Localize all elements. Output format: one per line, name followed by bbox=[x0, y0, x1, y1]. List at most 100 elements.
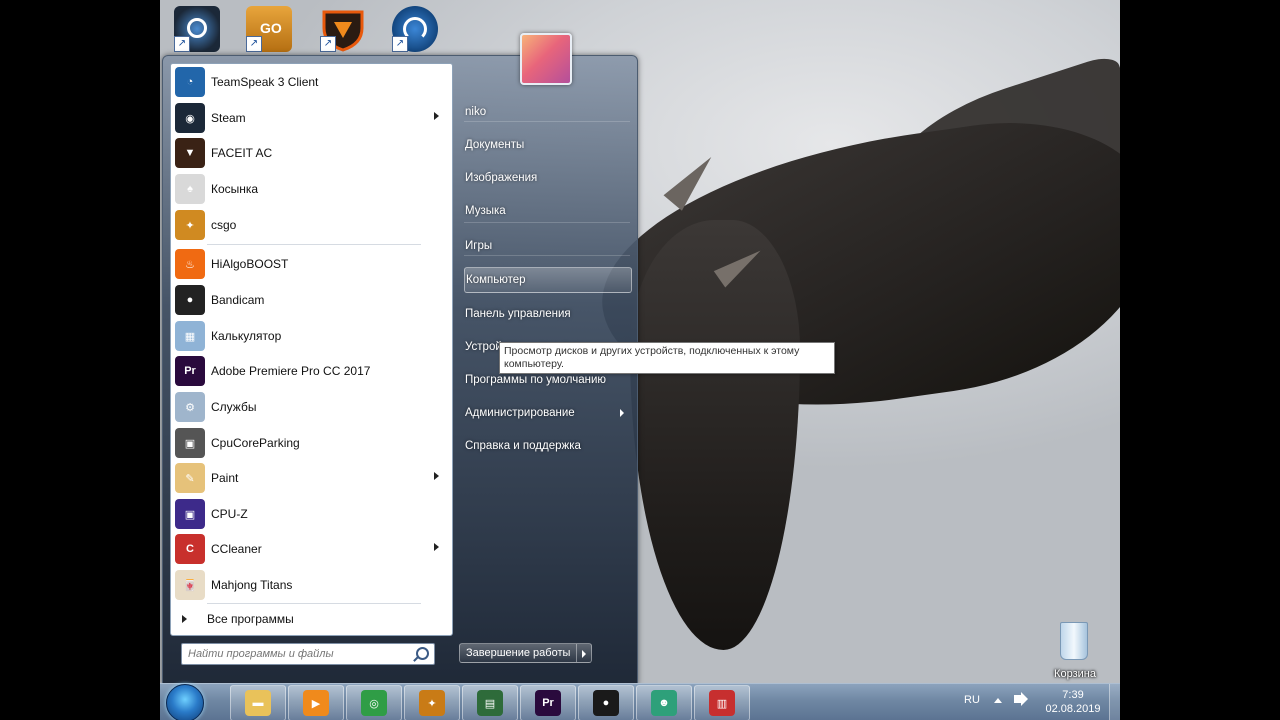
cpu-chip-icon: ▣ bbox=[175, 428, 205, 458]
separator bbox=[207, 244, 421, 245]
taskbar-discord[interactable]: ☻ bbox=[636, 685, 692, 720]
program-item[interactable]: ♨ HiAlgoBOOST bbox=[173, 247, 449, 281]
steam-shortcut[interactable]: ↗ bbox=[174, 6, 220, 52]
program-item[interactable]: 🀄 Mahjong Titans bbox=[173, 568, 449, 602]
start-link[interactable]: Компьютер bbox=[464, 267, 632, 293]
csgo-icon: GO bbox=[260, 20, 282, 36]
taskbar-bandicam[interactable]: ● bbox=[578, 685, 634, 720]
teamspeak-shortcut[interactable]: ↗ bbox=[392, 6, 438, 52]
start-link[interactable]: Панель управления bbox=[464, 302, 630, 326]
all-programs-button[interactable]: Все программы bbox=[173, 605, 449, 633]
steam-icon bbox=[187, 18, 207, 38]
start-link[interactable]: Администрирование bbox=[464, 401, 630, 425]
flame-icon: ♨ bbox=[175, 249, 205, 279]
program-item[interactable]: ⚙ Службы bbox=[173, 390, 449, 424]
taskbar-premiere[interactable]: Pr bbox=[520, 685, 576, 720]
start-link[interactable]: Музыка bbox=[464, 199, 630, 223]
start-menu: ◔ TeamSpeak 3 Client ◉ Steam ▼ FACEIT AC ♠ Косы… bbox=[162, 33, 835, 685]
recycle-bin[interactable] bbox=[1052, 620, 1096, 664]
program-item[interactable]: C CCleaner bbox=[173, 532, 449, 566]
program-item[interactable]: ▣ CPU-Z bbox=[173, 497, 449, 531]
steam-icon: ◉ bbox=[175, 103, 205, 133]
program-label: Bandicam bbox=[211, 293, 265, 307]
taskbar-toolbox[interactable]: ▥ bbox=[694, 685, 750, 720]
start-search-box[interactable] bbox=[181, 643, 435, 665]
program-item[interactable]: ▣ CpuCoreParking bbox=[173, 426, 449, 460]
bandicam-record-icon: ● bbox=[593, 690, 619, 716]
expand-arrow-icon bbox=[182, 615, 187, 623]
program-label: Steam bbox=[211, 111, 246, 125]
start-link[interactable]: Справка и поддержка bbox=[464, 434, 630, 458]
start-link-label: Документы bbox=[465, 139, 525, 151]
taskbar-chrome[interactable]: ◎ bbox=[346, 685, 402, 720]
program-label: Mahjong Titans bbox=[211, 578, 293, 592]
taskbar-csgo[interactable]: ✦ bbox=[404, 685, 460, 720]
paint-palette-icon: ✎ bbox=[175, 463, 205, 493]
faceit-shortcut[interactable]: ↗ bbox=[320, 6, 366, 52]
program-label: Службы bbox=[211, 400, 257, 414]
gears-icon: ⚙ bbox=[175, 392, 205, 422]
shortcut-arrow-icon: ↗ bbox=[174, 36, 190, 52]
volume-icon[interactable] bbox=[1014, 695, 1021, 703]
start-link[interactable]: Документы bbox=[464, 133, 630, 157]
csgo-shortcut[interactable]: GO ↗ bbox=[246, 6, 292, 52]
start-link[interactable]: Изображения bbox=[464, 166, 630, 190]
taskbar-cpu-monitor[interactable]: ▤ bbox=[462, 685, 518, 720]
program-item[interactable]: ▦ Калькулятор bbox=[173, 319, 449, 353]
start-link-label: Справка и поддержка bbox=[465, 440, 581, 452]
start-link-label: Изображения bbox=[465, 172, 538, 184]
chrome-icon: ◎ bbox=[361, 690, 387, 716]
start-link-label: Игры bbox=[465, 240, 493, 252]
search-icon[interactable] bbox=[416, 647, 429, 660]
program-label: HiAlgoBOOST bbox=[211, 257, 289, 271]
csgo-icon: ✦ bbox=[419, 690, 445, 716]
program-label: CPU-Z bbox=[211, 507, 248, 521]
desktop: ↗ GO ↗ ↗ ↗ Корзина ◔ TeamSpeak 3 Client ◉ S… bbox=[160, 0, 1120, 720]
start-link-label: Администрирование bbox=[465, 407, 575, 419]
recycle-bin-label: Корзина bbox=[1054, 668, 1096, 680]
cpuz-icon: ▣ bbox=[175, 499, 205, 529]
program-item[interactable]: ▼ FACEIT AC bbox=[173, 136, 449, 170]
program-item[interactable]: ♠ Косынка bbox=[173, 172, 449, 206]
calculator-icon: ▦ bbox=[175, 321, 205, 351]
shutdown-control: Завершение работы bbox=[459, 643, 593, 663]
start-search-input[interactable] bbox=[186, 647, 410, 661]
program-item[interactable]: ◔ TeamSpeak 3 Client bbox=[173, 65, 449, 99]
system-tray: RU 7:39 02.08.2019 bbox=[950, 684, 1120, 720]
language-indicator[interactable]: RU bbox=[964, 694, 980, 706]
program-item[interactable]: ● Bandicam bbox=[173, 283, 449, 317]
submenu-arrow-icon bbox=[434, 112, 439, 120]
taskbar-explorer[interactable]: ▬ bbox=[230, 685, 286, 720]
show-desktop-button[interactable] bbox=[1109, 684, 1120, 720]
program-label: Косынка bbox=[211, 182, 259, 196]
shutdown-options-arrow[interactable] bbox=[577, 643, 593, 663]
program-label: FACEIT AC bbox=[211, 146, 273, 160]
clock[interactable]: 7:39 02.08.2019 bbox=[1040, 688, 1106, 716]
premiere-icon: Pr bbox=[535, 690, 561, 716]
program-label: Paint bbox=[211, 471, 239, 485]
separator bbox=[464, 255, 630, 256]
submenu-arrow-icon bbox=[434, 472, 439, 480]
start-link-label: Компьютер bbox=[466, 274, 526, 286]
windows-start-orb-icon[interactable] bbox=[166, 684, 204, 720]
start-link-label: Панель управления bbox=[465, 308, 571, 320]
taskbar-media-player[interactable]: ▶ bbox=[288, 685, 344, 720]
tray-expand-icon[interactable] bbox=[994, 698, 1002, 703]
taskbar: ▬ ▶ ◎ ✦ ▤ Pr ● ☻ ▥ RU 7:39 02.08.2019 bbox=[160, 683, 1120, 720]
start-menu-programs-pane: ◔ TeamSpeak 3 Client ◉ Steam ▼ FACEIT AC ♠ Косы… bbox=[170, 63, 453, 636]
folder-icon: ▬ bbox=[245, 690, 271, 716]
shortcut-arrow-icon: ↗ bbox=[392, 36, 408, 52]
program-label: TeamSpeak 3 Client bbox=[211, 75, 319, 89]
clock-date: 02.08.2019 bbox=[1045, 703, 1101, 715]
shutdown-button[interactable]: Завершение работы bbox=[459, 643, 578, 663]
gamepad-icon: ☻ bbox=[651, 690, 677, 716]
program-label: Калькулятор bbox=[211, 329, 282, 343]
program-item[interactable]: Pr Adobe Premiere Pro CC 2017 bbox=[173, 354, 449, 388]
all-programs-label: Все программы bbox=[207, 612, 294, 626]
program-item[interactable]: ◉ Steam bbox=[173, 101, 449, 135]
program-item[interactable]: ✎ Paint bbox=[173, 461, 449, 495]
program-item[interactable]: ✦ csgo bbox=[173, 208, 449, 242]
user-avatar[interactable] bbox=[520, 33, 572, 85]
start-link-label: Музыка bbox=[465, 205, 506, 217]
clock-time: 7:39 bbox=[1062, 689, 1084, 701]
